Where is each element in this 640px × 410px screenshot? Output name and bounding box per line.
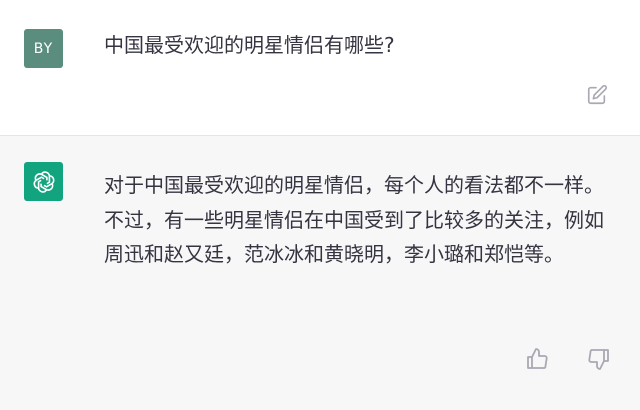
- user-avatar: BY: [24, 29, 63, 68]
- user-avatar-initials: BY: [33, 40, 54, 57]
- edit-icon: [587, 84, 608, 105]
- thumbs-up-icon: [527, 348, 548, 369]
- assistant-message-text: 对于中国最受欢迎的明星情侣，每个人的看法都不一样。不过，有一些明星情侣在中国受到…: [104, 173, 604, 266]
- thumbs-up-button[interactable]: [524, 346, 550, 372]
- thumbs-down-icon: [588, 349, 609, 370]
- openai-logo-icon: [33, 170, 54, 193]
- thumbs-down-button[interactable]: [586, 346, 612, 372]
- user-message-text: 中国最受欢迎的明星情侣有哪些?: [104, 33, 395, 57]
- assistant-avatar: [24, 162, 63, 201]
- user-message-row: BY 中国最受欢迎的明星情侣有哪些?: [0, 0, 640, 136]
- assistant-message-row: 对于中国最受欢迎的明星情侣，每个人的看法都不一样。不过，有一些明星情侣在中国受到…: [0, 136, 640, 410]
- edit-message-button[interactable]: [584, 82, 610, 108]
